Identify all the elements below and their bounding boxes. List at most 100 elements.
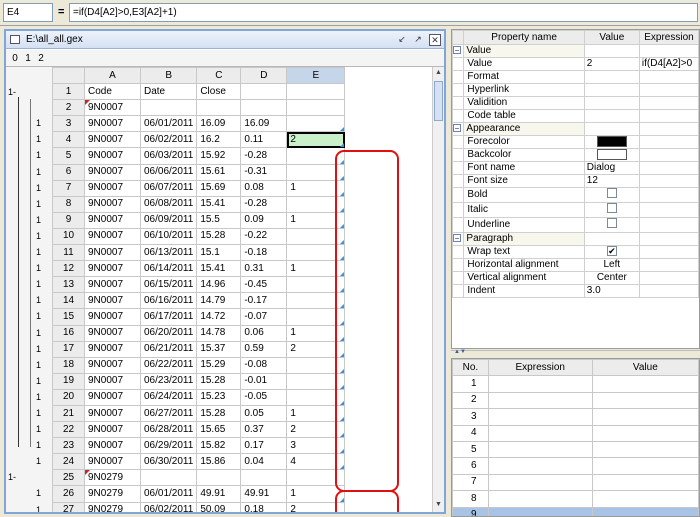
row-header[interactable]: 20: [52, 388, 85, 406]
cell-c[interactable]: 15.5: [196, 211, 242, 229]
row-header[interactable]: 11: [52, 244, 85, 262]
property-expression[interactable]: [638, 174, 699, 189]
cell-c[interactable]: 15.65: [196, 421, 242, 439]
cell-c[interactable]: [196, 99, 242, 117]
panel-splitter[interactable]: ▲▼: [451, 349, 700, 358]
cell-d[interactable]: 0.06: [240, 324, 288, 342]
property-expression[interactable]: [638, 232, 699, 247]
expression-value-header[interactable]: Value: [591, 359, 699, 377]
property-expression[interactable]: [638, 134, 699, 150]
cell-b[interactable]: 06/09/2011: [139, 211, 198, 229]
property-expression[interactable]: [638, 161, 699, 176]
expression-cell[interactable]: [487, 490, 593, 508]
property-value[interactable]: Left: [583, 258, 640, 273]
cell-a[interactable]: 9N0007: [84, 131, 141, 149]
property-row[interactable]: Font size 12: [452, 174, 699, 189]
cell-a[interactable]: 9N0007: [84, 147, 141, 165]
cell-a[interactable]: 9N0007: [84, 211, 141, 229]
row-header[interactable]: 2: [52, 99, 85, 117]
expression-row[interactable]: 9: [452, 506, 699, 516]
cell-c[interactable]: 14.72: [196, 308, 242, 326]
property-checkbox[interactable]: [606, 188, 617, 199]
expression-value-cell[interactable]: [591, 490, 699, 508]
property-value[interactable]: 2: [583, 57, 640, 71]
cell-b[interactable]: 06/13/2011: [139, 244, 198, 262]
cell-a[interactable]: 9N0007: [84, 421, 141, 439]
cell-a[interactable]: 9N0279: [84, 469, 141, 487]
cell-a[interactable]: 9N0279: [84, 485, 141, 503]
splitter-arrows-icon[interactable]: ▲▼: [454, 349, 466, 355]
cell-a[interactable]: 9N0007: [84, 388, 141, 406]
cell-a[interactable]: 9N0007: [84, 99, 141, 117]
scroll-down-icon[interactable]: ▼: [433, 499, 444, 511]
color-swatch[interactable]: [596, 149, 627, 161]
row-header[interactable]: 9: [52, 211, 85, 229]
cell-c[interactable]: 15.28: [196, 404, 242, 423]
cell-e[interactable]: [286, 115, 346, 133]
expression-cell[interactable]: [487, 424, 593, 442]
expression-value-cell[interactable]: [591, 391, 699, 410]
cell-c[interactable]: 50.09: [196, 501, 242, 512]
cell-d[interactable]: 16.09: [240, 115, 288, 133]
expression-expr-header[interactable]: Expression: [487, 359, 593, 377]
row-header[interactable]: 1: [52, 83, 85, 101]
expression-value-cell[interactable]: [591, 457, 699, 475]
column-header-e[interactable]: E: [286, 67, 346, 85]
expression-no-header[interactable]: No.: [452, 359, 489, 377]
expression-value-cell[interactable]: [591, 424, 699, 442]
cell-a[interactable]: 9N0007: [84, 115, 141, 133]
property-expression[interactable]: [638, 187, 699, 204]
property-expression[interactable]: [638, 258, 699, 273]
corner-header[interactable]: [52, 67, 85, 85]
color-swatch[interactable]: [596, 136, 627, 147]
property-value[interactable]: [583, 83, 640, 97]
row-header[interactable]: 12: [52, 260, 85, 278]
row-header[interactable]: 22: [52, 421, 85, 439]
cell-d[interactable]: [240, 83, 288, 101]
cell-d[interactable]: 0.11: [240, 131, 288, 149]
cell-a[interactable]: 9N0007: [84, 195, 141, 213]
column-header-d[interactable]: D: [240, 67, 288, 85]
property-value[interactable]: [583, 70, 640, 84]
cell-b[interactable]: 06/29/2011: [139, 437, 198, 455]
row-header[interactable]: 14: [52, 292, 85, 310]
property-value[interactable]: [583, 109, 640, 123]
row-header[interactable]: 16: [52, 324, 85, 342]
cell-c[interactable]: 15.82: [196, 437, 242, 455]
cell-d[interactable]: -0.31: [240, 163, 288, 181]
cell-a[interactable]: 9N0007: [84, 372, 141, 390]
cell-a[interactable]: 9N0007: [84, 324, 141, 342]
property-expression[interactable]: if(D4[A2]>0: [638, 57, 699, 71]
property-row[interactable]: Wrap text ✔: [452, 245, 699, 260]
row-header[interactable]: 21: [52, 404, 85, 423]
expression-cell[interactable]: [487, 473, 593, 492]
cell-c[interactable]: 15.69: [196, 179, 242, 197]
cell-b[interactable]: 06/27/2011: [139, 404, 198, 423]
property-section-row[interactable]: − Value: [452, 44, 699, 58]
row-header[interactable]: 8: [52, 195, 85, 213]
scrollbar-thumb[interactable]: [434, 81, 443, 121]
property-checkbox[interactable]: [606, 218, 617, 229]
expression-cell[interactable]: [487, 506, 593, 516]
cell-d[interactable]: -0.05: [240, 388, 288, 406]
restore-icon[interactable]: ↗: [412, 34, 424, 46]
row-header[interactable]: 13: [52, 276, 85, 294]
property-value[interactable]: [583, 134, 640, 150]
cell-b[interactable]: 06/22/2011: [139, 356, 198, 374]
cell-b[interactable]: 06/30/2011: [139, 453, 198, 471]
property-value[interactable]: [583, 187, 640, 204]
cell-b[interactable]: 06/21/2011: [139, 340, 198, 358]
cell-b[interactable]: 06/20/2011: [139, 324, 198, 342]
collapse-icon[interactable]: −: [453, 124, 461, 133]
property-row[interactable]: Value 2 if(D4[A2]>0: [452, 57, 699, 71]
property-expression[interactable]: [638, 202, 699, 219]
cell-d[interactable]: -0.01: [240, 372, 288, 390]
outline-collapse-toggle[interactable]: 1-: [8, 87, 16, 97]
property-section-row[interactable]: − Paragraph: [452, 232, 699, 247]
cell-c[interactable]: 15.41: [196, 260, 242, 278]
row-header[interactable]: 26: [52, 485, 85, 503]
cell-b[interactable]: 06/01/2011: [139, 485, 198, 503]
cell-d[interactable]: 49.91: [240, 485, 288, 503]
cell-c[interactable]: 49.91: [196, 485, 242, 503]
expression-row[interactable]: 3: [452, 408, 699, 426]
